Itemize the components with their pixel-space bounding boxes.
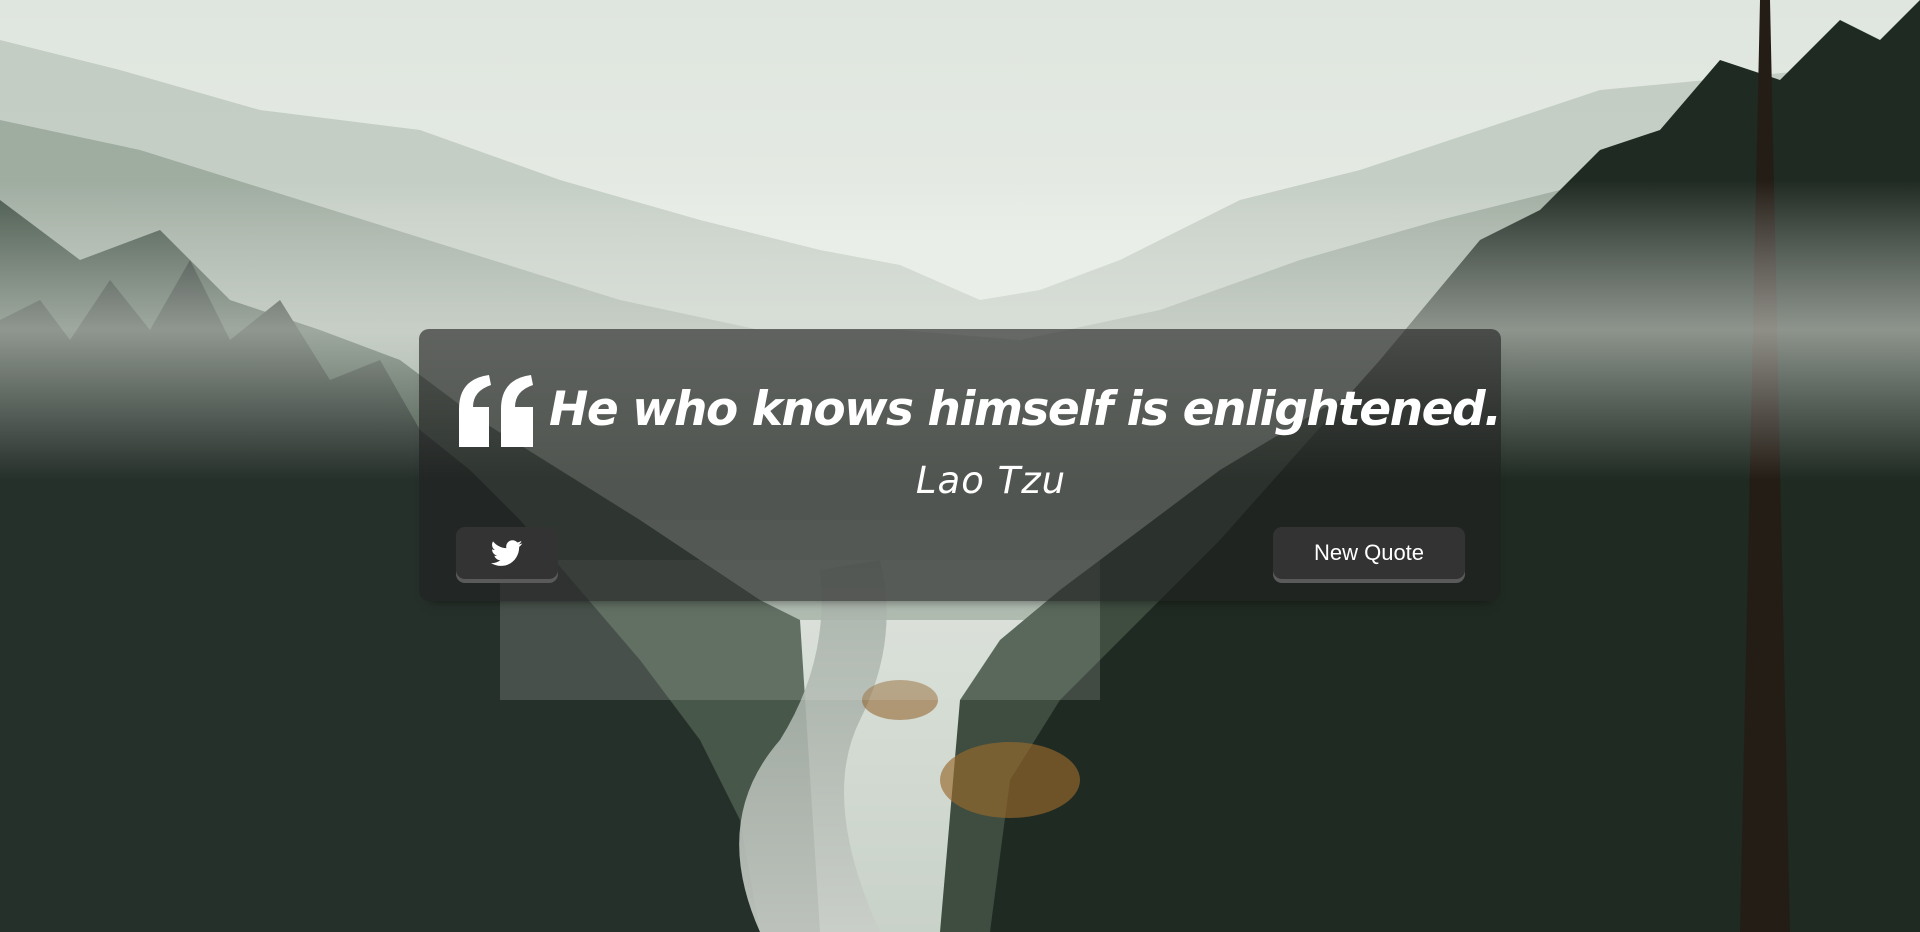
tweet-button[interactable] [456, 527, 558, 579]
quote-author: Lao Tzu [915, 459, 1067, 502]
new-quote-button[interactable]: New Quote [1273, 527, 1465, 579]
quote-text: He who knows himself is enlightened. [549, 381, 1502, 437]
twitter-icon [490, 539, 523, 567]
quote-card: He who knows himself is enlightened. Lao… [419, 329, 1502, 601]
quote-text-row: He who knows himself is enlightened. [455, 359, 1502, 459]
quote-left-icon [455, 373, 537, 447]
